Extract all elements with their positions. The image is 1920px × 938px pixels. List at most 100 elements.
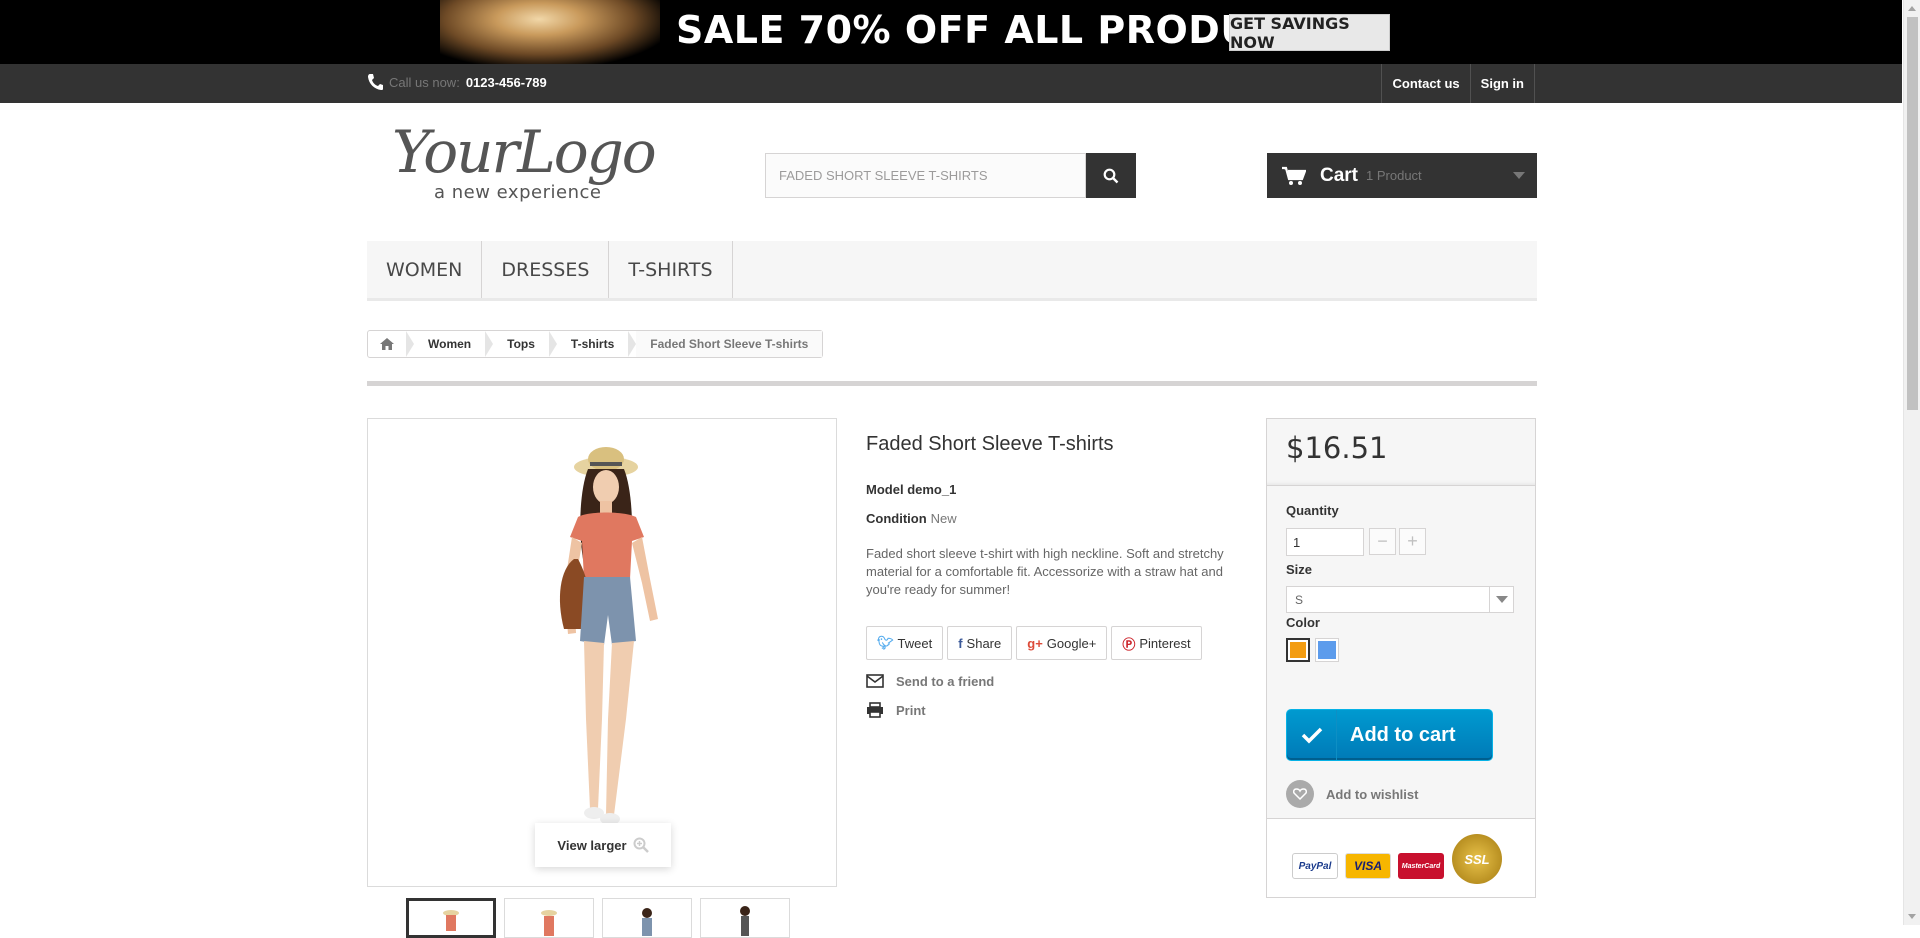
menu-item-women[interactable]: WOMEN bbox=[367, 241, 483, 298]
contact-us-link[interactable]: Contact us bbox=[1381, 64, 1469, 103]
minus-icon: − bbox=[1377, 531, 1388, 551]
size-select[interactable]: S bbox=[1286, 586, 1514, 613]
print-label: Print bbox=[896, 702, 926, 718]
model-value: demo_1 bbox=[907, 482, 957, 497]
tweet-label: Tweet bbox=[897, 635, 933, 651]
send-label: Send to a friend bbox=[896, 673, 995, 689]
color-swatch-blue[interactable] bbox=[1315, 638, 1339, 662]
view-larger-label: View larger bbox=[557, 837, 627, 853]
chevron-down-icon bbox=[1513, 172, 1525, 179]
color-label: Color bbox=[1286, 615, 1320, 630]
add-to-wishlist-link[interactable]: Add to wishlist bbox=[1286, 780, 1418, 808]
visa-logo: VISA bbox=[1345, 853, 1391, 879]
search-button[interactable] bbox=[1086, 153, 1136, 198]
cart-button[interactable]: Cart 1 Product bbox=[1267, 153, 1537, 198]
search-icon bbox=[1103, 168, 1119, 183]
add-to-cart-button[interactable]: Add to cart bbox=[1286, 709, 1493, 761]
search-bar bbox=[765, 153, 1136, 198]
breadcrumb-separator bbox=[628, 331, 637, 357]
pinterest-button[interactable]: Ⓟ Pinterest bbox=[1111, 626, 1202, 660]
share-button[interactable]: f Share bbox=[947, 626, 1013, 660]
quantity-decrease-button[interactable]: − bbox=[1369, 528, 1396, 555]
print-icon bbox=[867, 702, 883, 718]
envelope-icon bbox=[866, 674, 884, 688]
thumbnail[interactable] bbox=[504, 898, 594, 938]
scrollbar[interactable] bbox=[1903, 0, 1920, 925]
product-photo bbox=[559, 447, 658, 825]
social-share: 🐦︎ Tweet f Share g+ Google+ Ⓟ Pinterest bbox=[866, 626, 1202, 660]
ssl-badge: SSL bbox=[1452, 834, 1502, 884]
condition-value: New bbox=[930, 511, 957, 526]
condition-label: Condition bbox=[866, 511, 927, 526]
scroll-up-icon[interactable] bbox=[1908, 6, 1916, 11]
product-image[interactable]: View larger bbox=[367, 418, 837, 887]
google-plus-label: Google+ bbox=[1046, 635, 1097, 651]
pinterest-label: Pinterest bbox=[1139, 635, 1191, 651]
quantity-label: Quantity bbox=[1286, 503, 1339, 518]
home-icon bbox=[380, 338, 394, 350]
top-nav-bar: Call us now: 0123-456-789 Contact us Sig… bbox=[0, 64, 1902, 103]
breadcrumb-home[interactable] bbox=[368, 331, 406, 357]
scroll-down-icon[interactable] bbox=[1908, 914, 1916, 919]
zoom-icon bbox=[633, 837, 649, 853]
cart-count: 1 Product bbox=[1366, 168, 1422, 183]
size-label: Size bbox=[1286, 562, 1313, 577]
get-savings-button[interactable]: GET SAVINGS NOW bbox=[1229, 14, 1390, 52]
cart-icon bbox=[1282, 166, 1306, 185]
quantity-increase-button[interactable]: + bbox=[1399, 528, 1426, 555]
size-value: S bbox=[1295, 592, 1304, 607]
tweet-button[interactable]: 🐦︎ Tweet bbox=[866, 626, 944, 660]
plus-icon: + bbox=[1407, 531, 1418, 551]
site-logo[interactable]: YourLogo a new experience bbox=[392, 118, 672, 208]
breadcrumb-women[interactable]: Women bbox=[414, 331, 485, 357]
mastercard-logo: MasterCard bbox=[1398, 853, 1444, 879]
account-links: Contact us Sign in bbox=[1381, 64, 1535, 103]
share-label: Share bbox=[966, 635, 1002, 651]
check-icon bbox=[1287, 710, 1337, 760]
breadcrumb-tshirts[interactable]: T-shirts bbox=[557, 331, 628, 357]
logo-tagline: a new experience bbox=[434, 182, 602, 203]
thumbnail[interactable] bbox=[700, 898, 790, 938]
color-swatch-orange[interactable] bbox=[1286, 638, 1310, 662]
sign-in-link[interactable]: Sign in bbox=[1469, 64, 1535, 103]
main-menu: WOMEN DRESSES T-SHIRTS bbox=[367, 241, 1537, 301]
phone-icon bbox=[368, 74, 383, 90]
buy-box: $16.51 Quantity 1 − + Size S Color Add t… bbox=[1266, 418, 1536, 898]
search-input[interactable] bbox=[765, 153, 1086, 198]
google-plus-icon: g+ bbox=[1027, 635, 1043, 651]
call-us: Call us now: 0123-456-789 bbox=[367, 73, 547, 91]
scrollbar-thumb[interactable] bbox=[1907, 17, 1918, 410]
print-link[interactable]: Print bbox=[866, 702, 926, 718]
breadcrumb-current: Faded Short Sleeve T-shirts bbox=[636, 331, 823, 357]
thumbnail-list bbox=[406, 898, 790, 938]
menu-item-tshirts[interactable]: T-SHIRTS bbox=[609, 241, 733, 298]
call-label: Call us now: bbox=[389, 74, 460, 90]
breadcrumb-tops[interactable]: Tops bbox=[493, 331, 549, 357]
view-larger-button[interactable]: View larger bbox=[535, 823, 671, 867]
thumbnail[interactable] bbox=[406, 898, 496, 938]
cart-label: Cart bbox=[1320, 164, 1359, 186]
paypal-logo: PayPal bbox=[1292, 853, 1338, 879]
banner-model-image bbox=[440, 0, 660, 64]
pinterest-icon: Ⓟ bbox=[1122, 636, 1136, 652]
chevron-down-icon bbox=[1489, 587, 1513, 612]
product-condition: Condition New bbox=[866, 511, 957, 526]
promo-banner[interactable]: SALE 70% OFF ALL PRODUCTS GET SAVINGS NO… bbox=[0, 0, 1902, 64]
twitter-icon: 🐦︎ bbox=[877, 635, 894, 650]
thumbnail[interactable] bbox=[602, 898, 692, 938]
facebook-icon: f bbox=[958, 635, 963, 651]
add-to-cart-label: Add to cart bbox=[1350, 723, 1456, 746]
product-model: Model demo_1 bbox=[866, 482, 956, 497]
quantity-input[interactable]: 1 bbox=[1286, 528, 1364, 556]
breadcrumb-separator bbox=[406, 331, 414, 357]
price-area: $16.51 bbox=[1267, 419, 1535, 486]
breadcrumb-separator bbox=[485, 331, 494, 357]
breadcrumb-separator bbox=[548, 331, 557, 357]
divider bbox=[367, 381, 1537, 386]
menu-item-dresses[interactable]: DRESSES bbox=[482, 241, 610, 298]
send-to-friend-link[interactable]: Send to a friend bbox=[866, 673, 994, 689]
logo-text: YourLogo bbox=[392, 118, 657, 186]
heart-icon bbox=[1286, 780, 1314, 808]
google-plus-button[interactable]: g+ Google+ bbox=[1016, 626, 1108, 660]
wishlist-label: Add to wishlist bbox=[1326, 786, 1419, 802]
